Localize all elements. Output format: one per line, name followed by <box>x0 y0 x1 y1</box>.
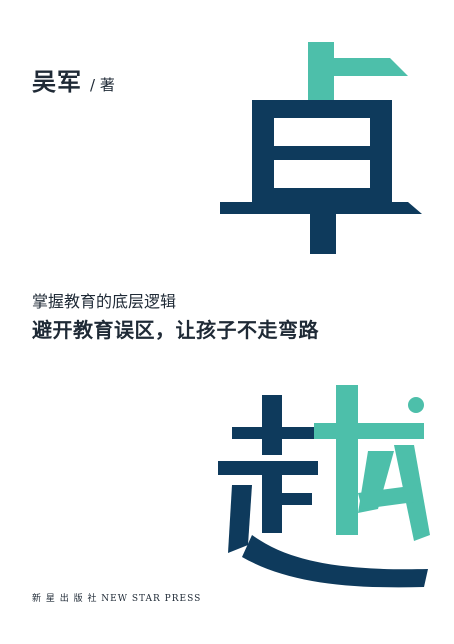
yue-teal-vertical <box>336 385 358 535</box>
zhuo-bottom-vertical <box>310 204 336 254</box>
yue-glyph <box>218 385 430 588</box>
zhuo-teal-hook <box>334 58 408 76</box>
zhuo-box-mid <box>252 146 392 160</box>
subtitle-line-2: 避开教育误区，让孩子不走弯路 <box>32 318 319 342</box>
author-role: / 著 <box>90 76 115 94</box>
yue-radical-left-sweep <box>228 485 252 553</box>
subtitle-line-1: 掌握教育的底层逻辑 <box>32 292 177 311</box>
title-char-yue <box>218 385 438 605</box>
yue-radical-short <box>278 493 312 505</box>
yue-radical-top-vertical <box>262 395 282 455</box>
yue-teal-bar <box>314 423 424 439</box>
yue-teal-dot <box>408 397 424 413</box>
zhuo-box-bottom <box>252 188 392 204</box>
title-char-zhuo <box>212 28 432 258</box>
publisher-label: 新 星 出 版 社 NEW STAR PRESS <box>32 594 202 604</box>
book-cover: 吴军 / 著 掌握教育的底层逻辑 避开教育误区，让孩子不走弯路 新 星 出 版 … <box>0 0 454 644</box>
author-line: 吴军 / 著 <box>32 62 115 97</box>
author-name: 吴军 <box>32 68 82 96</box>
yue-radical-bar-1 <box>232 427 314 439</box>
zhuo-glyph <box>220 42 422 254</box>
yue-radical-bar-2 <box>218 461 318 475</box>
yue-radical-bottom-sweep <box>242 535 428 588</box>
